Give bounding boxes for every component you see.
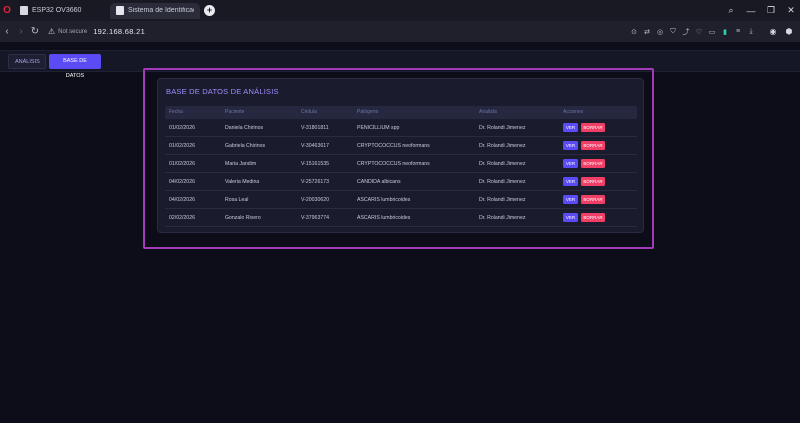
view-button[interactable]: VER (563, 141, 578, 150)
cell-cedula: V-15161535 (301, 161, 329, 167)
column-header: Paciente (225, 109, 245, 115)
cell-cedula: V-31801811 (301, 125, 329, 131)
column-header: Analista (479, 109, 497, 115)
cell-paciente: Maria Jandim (225, 161, 257, 167)
delete-button[interactable]: BORRAR (581, 159, 605, 168)
cell-patogeno: CRYPTOCOCCUS neoformans (357, 143, 430, 149)
translate-icon[interactable]: ⇄ (642, 28, 652, 36)
address-bar: ‹ › ↻ ⚠ Not secure 192.168.68.21 ⊙ ⇄ ◎ ⛉… (0, 21, 800, 42)
table-header: Fecha Paciente Cédula Patógeno Analista … (165, 106, 637, 119)
download-icon[interactable]: ⤓ (746, 28, 756, 36)
cell-fecha: 04/02/2026 (169, 197, 195, 203)
cell-fecha: 02/02/2026 (169, 215, 195, 221)
cell-analista: Dr. Rolandi Jimenez (479, 179, 526, 185)
table-row: 01/02/2026 Maria Jandim V-15161535 CRYPT… (165, 155, 637, 173)
profile-icon[interactable]: ◉ (768, 27, 778, 36)
page-content: ANÁLISIS BASE DE DATOS BASE DE DATOS DE … (0, 42, 800, 423)
delete-button[interactable]: BORRAR (581, 195, 605, 204)
cell-fecha: 01/02/2026 (169, 143, 195, 149)
security-indicator[interactable]: ⚠ Not secure (48, 27, 87, 36)
table-row: 02/02/2026 Gonzalo Rivero V-37963774 ASC… (165, 209, 637, 227)
cell-paciente: Rosa Leal (225, 197, 249, 203)
restore-icon[interactable]: ❐ (762, 5, 780, 16)
cell-paciente: Gonzalo Rivero (225, 215, 261, 221)
column-header: Fecha (169, 109, 183, 115)
cell-paciente: Valeria Medina (225, 179, 260, 185)
delete-button[interactable]: BORRAR (581, 141, 605, 150)
cell-analista: Dr. Rolandi Jimenez (479, 161, 526, 167)
shield-icon[interactable]: ⛉ (668, 28, 678, 36)
opera-logo-icon[interactable]: O (0, 0, 14, 21)
table-row: 04/02/2026 Rosa Leal V-20030620 ASCARIS … (165, 191, 637, 209)
document-icon (116, 6, 124, 15)
card-title: BASE DE DATOS DE ANÁLISIS (166, 87, 279, 96)
extensions-icon[interactable]: ⬢ (784, 27, 794, 36)
table-row: 01/02/2026 Gabriela Chirinos V-30463617 … (165, 137, 637, 155)
column-header: Acciones (563, 109, 584, 115)
view-button[interactable]: VER (563, 159, 578, 168)
back-icon[interactable]: ‹ (0, 26, 14, 37)
cell-fecha: 01/02/2026 (169, 161, 195, 167)
battery-icon[interactable]: ▮ (720, 28, 730, 36)
warning-icon: ⚠ (48, 27, 56, 36)
close-icon[interactable]: ✕ (782, 5, 800, 16)
tab-analisis[interactable]: ANÁLISIS (8, 54, 46, 69)
delete-button[interactable]: BORRAR (581, 177, 605, 186)
toolbar-icons: ⊙ ⇄ ◎ ⛉ ⤴ ♡ ▭ ▮ ≡ ⤓ (629, 21, 756, 42)
security-label: Not secure (58, 28, 88, 35)
table-row: 01/02/2026 Daniela Chirinos V-31801811 P… (165, 119, 637, 137)
cell-analista: Dr. Rolandi Jimenez (479, 143, 526, 149)
camera-icon[interactable]: ◎ (655, 28, 665, 36)
cell-paciente: Daniela Chirinos (225, 125, 264, 131)
cell-cedula: V-30463617 (301, 143, 329, 149)
column-header: Cédula (301, 109, 317, 115)
cell-cedula: V-25726173 (301, 179, 329, 185)
minimize-icon[interactable]: — (742, 6, 760, 16)
cell-patogeno: ASCARIS lumbricoides (357, 197, 411, 203)
tab-title: Sistema de Identificación (128, 7, 194, 14)
tab-base-de-datos[interactable]: BASE DE DATOS (49, 54, 101, 79)
cell-analista: Dr. Rolandi Jimenez (479, 215, 526, 221)
lens-icon[interactable]: ⊙ (629, 28, 639, 36)
cell-patogeno: ASCARIS lumbricoides (357, 215, 411, 221)
share-icon[interactable]: ⤴ (681, 27, 691, 37)
view-button[interactable]: VER (563, 123, 578, 132)
new-tab-button[interactable]: + (204, 5, 215, 16)
view-button[interactable]: VER (563, 213, 578, 222)
sidebar-icons: ◉ ⬢ (768, 21, 794, 42)
window-controls: ⌕ — ❐ ✕ (720, 0, 800, 21)
cell-cedula: V-37963774 (301, 215, 329, 221)
url-field[interactable]: 192.168.68.21 (93, 27, 145, 36)
menu-icon[interactable]: ≡ (733, 28, 743, 35)
browser-tab-active[interactable]: Sistema de Identificación (110, 2, 200, 19)
cell-patogeno: CANDIDA albicans (357, 179, 401, 185)
cell-fecha: 04/02/2026 (169, 179, 195, 185)
cell-patogeno: CRYPTOCOCCUS neoformans (357, 161, 430, 167)
cell-cedula: V-20030620 (301, 197, 329, 203)
tab-title: ESP32 OV3660 (32, 7, 82, 14)
table-row: 04/02/2026 Valeria Medina V-25726173 CAN… (165, 173, 637, 191)
view-button[interactable]: VER (563, 177, 578, 186)
cell-patogeno: PENICILLIUM spp (357, 125, 400, 131)
forward-icon[interactable]: › (14, 26, 28, 37)
delete-button[interactable]: BORRAR (581, 123, 605, 132)
database-card: BASE DE DATOS DE ANÁLISIS Fecha Paciente… (157, 78, 644, 233)
cell-paciente: Gabriela Chirinos (225, 143, 266, 149)
view-button[interactable]: VER (563, 195, 578, 204)
heart-icon[interactable]: ♡ (694, 28, 704, 36)
wallet-icon[interactable]: ▭ (707, 28, 717, 36)
cell-analista: Dr. Rolandi Jimenez (479, 125, 526, 131)
cell-fecha: 01/02/2026 (169, 125, 195, 131)
browser-tab-bar: O ESP32 OV3660 Sistema de Identificación… (0, 0, 800, 21)
browser-tab[interactable]: ESP32 OV3660 (14, 3, 100, 19)
reload-icon[interactable]: ↻ (28, 26, 42, 37)
delete-button[interactable]: BORRAR (581, 213, 605, 222)
column-header: Patógeno (357, 109, 379, 115)
cell-analista: Dr. Rolandi Jimenez (479, 197, 526, 203)
tab-favicon-icon (20, 6, 28, 15)
search-icon[interactable]: ⌕ (722, 5, 740, 16)
